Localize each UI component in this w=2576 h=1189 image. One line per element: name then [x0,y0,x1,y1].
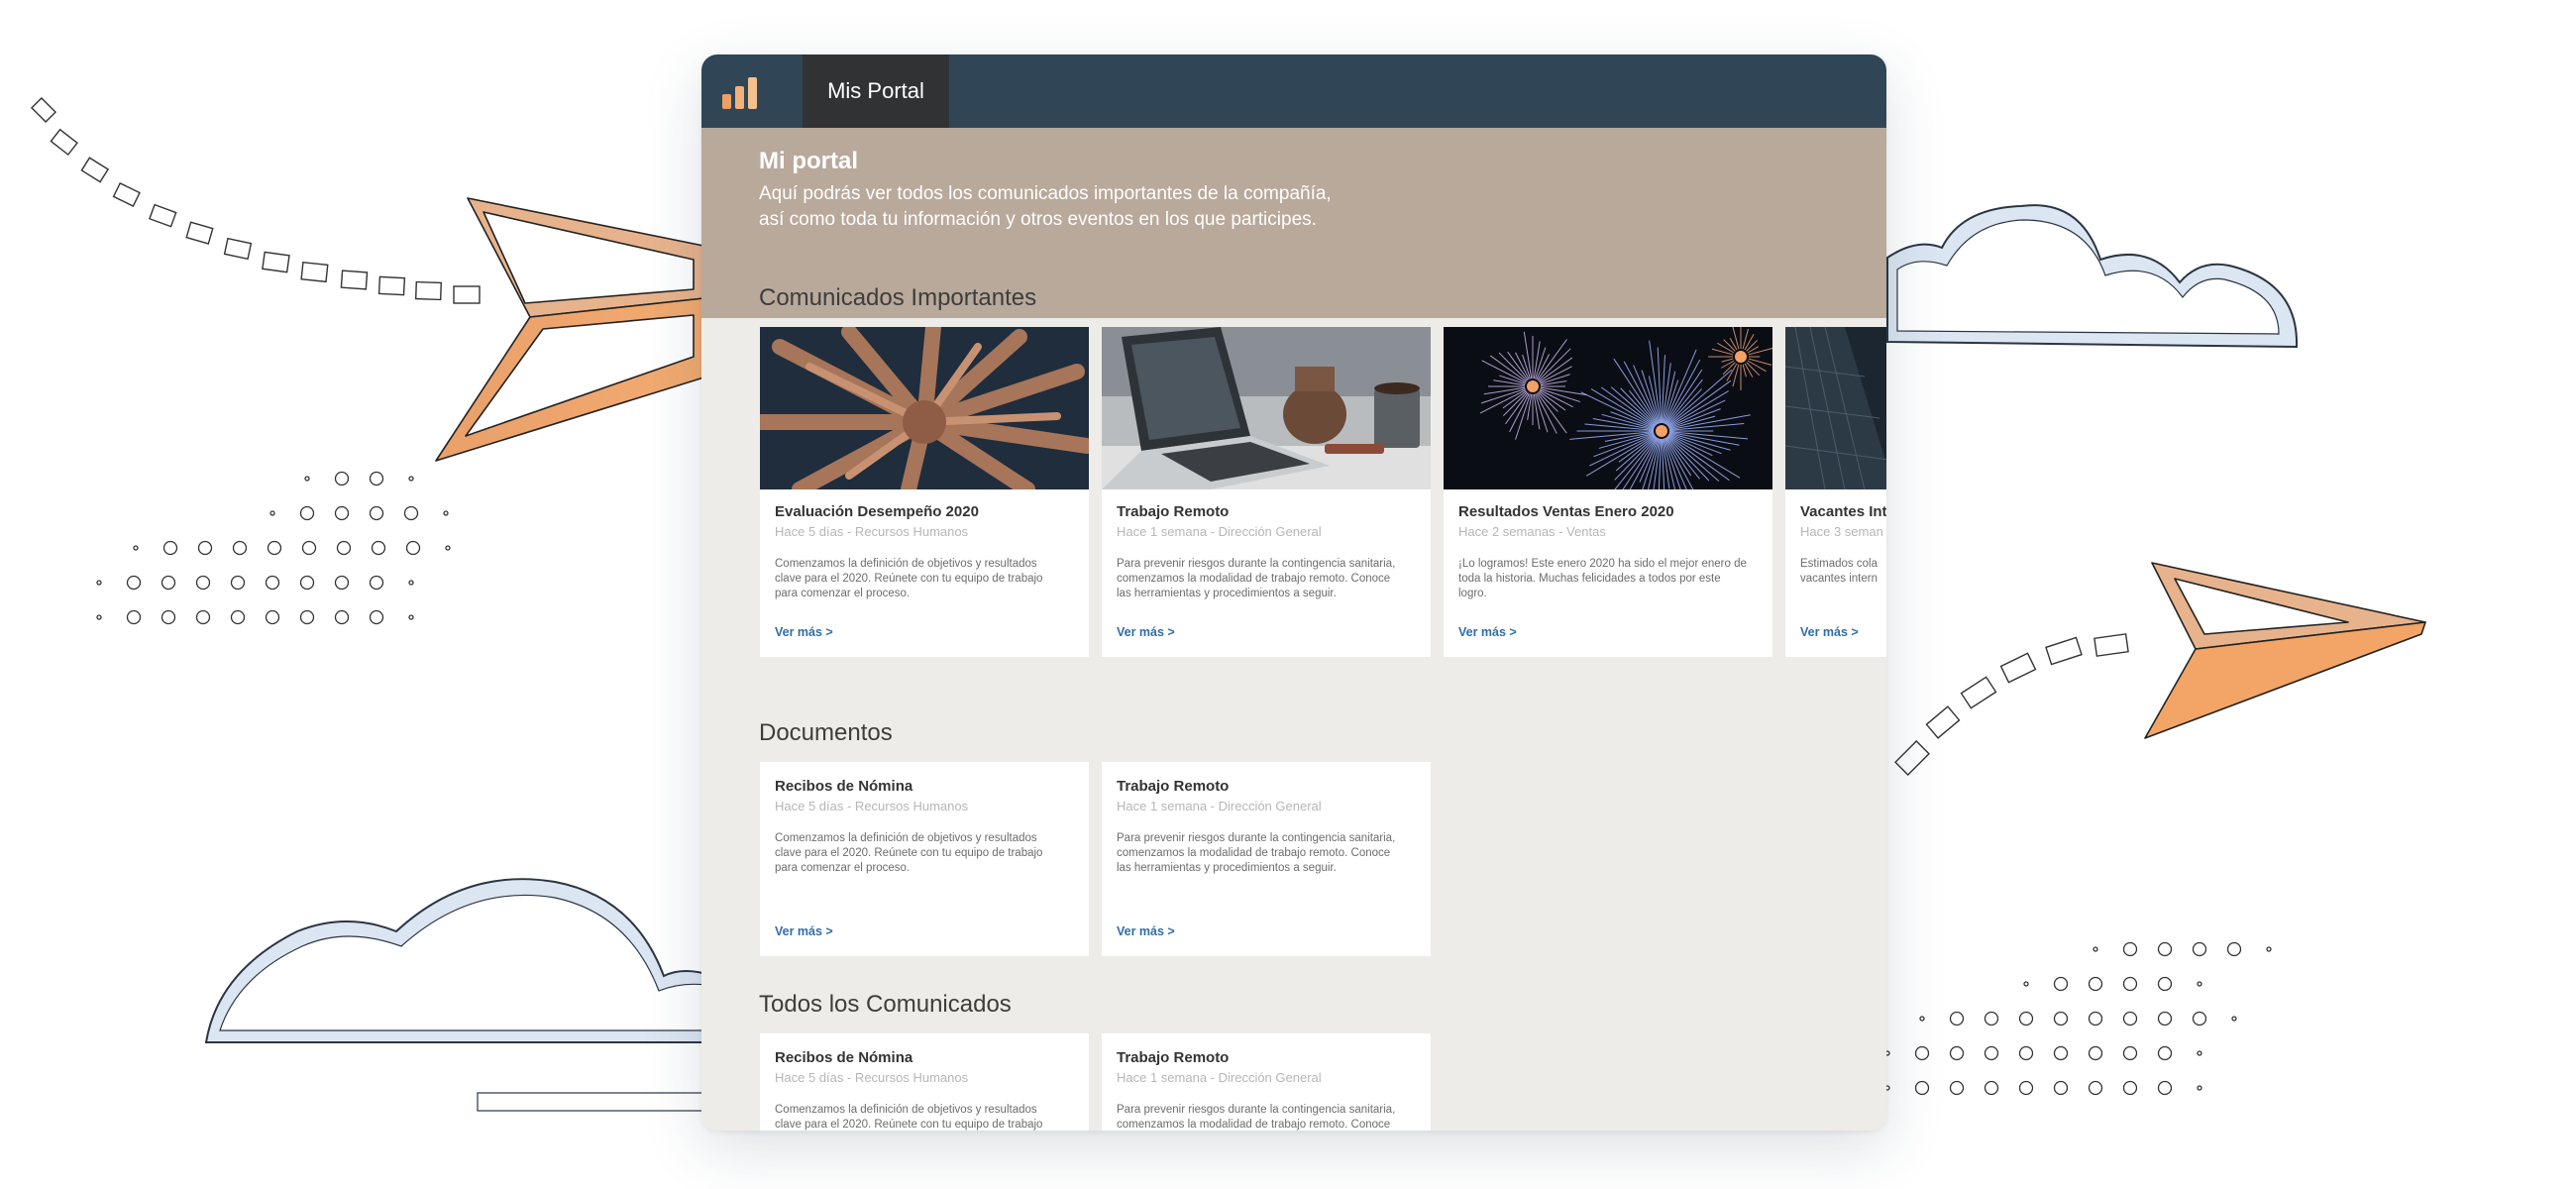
office-building-photo [1785,327,1886,489]
bar-chart-logo-icon[interactable] [721,76,761,110]
card-meta: Hace 3 seman [1800,524,1883,539]
card-description: Para prevenir riesgos durante la conting… [1117,1104,1396,1131]
card-description: ¡Lo logramos! Este enero 2020 ha sido el… [1458,558,1747,599]
document-card[interactable]: Recibos de Nómina Hace 5 días - Recursos… [760,762,1089,956]
news-card[interactable]: Evaluación Desempeño 2020 Hace 5 días - … [760,327,1089,657]
card-description: Comenzamos la definición de objetivos y … [775,1104,1043,1131]
card-meta: Hace 1 semana - Dirección General [1117,1070,1322,1085]
communication-card[interactable]: Recibos de Nómina Hace 5 días - Recursos… [760,1033,1089,1131]
card-title: Recibos de Nómina [775,778,913,795]
card-meta: Hace 5 días - Recursos Humanos [775,1070,969,1085]
section-title-documents: Documentos [759,719,893,746]
card-title: Vacantes Int [1800,503,1886,520]
fireworks-photo [1444,327,1772,489]
dot-pattern-right [1884,941,2272,1096]
card-title: Evaluación Desempeño 2020 [775,503,979,520]
dashed-trail-right [1894,633,2129,776]
section-title-all: Todos los Comunicados [759,991,1012,1018]
laptop-coffee-photo [1102,327,1431,489]
ver-mas-link[interactable]: Ver más > [1117,625,1175,639]
ground-bar-left [477,1092,716,1112]
hero-line-2: así como toda tu información y otros eve… [759,209,1317,230]
ver-mas-link[interactable]: Ver más > [1800,625,1859,639]
communication-card[interactable]: Trabajo Remoto Hace 1 semana - Dirección… [1102,1033,1431,1131]
card-meta: Hace 1 semana - Dirección General [1117,524,1322,539]
paper-plane-right [2144,562,2426,739]
portal-window: Mis Portal Mi portal Aquí podrás ver tod… [701,54,1886,1131]
hero-title: Mi portal [759,148,858,174]
card-title: Trabajo Remoto [1117,503,1230,520]
news-card[interactable]: Resultados Ventas Enero 2020 Hace 2 sema… [1444,327,1772,657]
team-hands-photo [760,327,1089,489]
document-card[interactable]: Trabajo Remoto Hace 1 semana - Dirección… [1102,762,1431,956]
section-title-important: Comunicados Importantes [759,284,1037,311]
top-bar: Mis Portal [701,54,1886,128]
ver-mas-link[interactable]: Ver más > [775,625,833,639]
card-title: Recibos de Nómina [775,1049,913,1066]
card-meta: Hace 1 semana - Dirección General [1117,799,1322,813]
card-meta: Hace 2 semanas - Ventas [1458,524,1606,539]
card-title: Trabajo Remoto [1117,1049,1230,1066]
tab-mis-portal[interactable]: Mis Portal [803,54,949,128]
dot-pattern-left [96,471,451,625]
hero-description: Aquí podrás ver todos los comunicados im… [759,181,1472,233]
card-meta: Hace 5 días - Recursos Humanos [775,524,969,539]
card-description: Comenzamos la definición de objetivos y … [775,558,1043,599]
paper-plane-left [435,197,714,462]
card-title: Trabajo Remoto [1117,778,1230,795]
news-card[interactable]: Vacantes Int Hace 3 seman Estimados cola… [1785,327,1886,657]
card-description: Estimados cola vacantes intern [1800,558,1878,585]
hero-line-1: Aquí podrás ver todos los comunicados im… [759,183,1332,204]
ver-mas-link[interactable]: Ver más > [1458,625,1517,639]
card-meta: Hace 5 días - Recursos Humanos [775,799,969,813]
card-description: Para prevenir riesgos durante la conting… [1117,558,1396,599]
news-card[interactable]: Trabajo Remoto Hace 1 semana - Dirección… [1102,327,1431,657]
dashed-trail-left [30,96,481,304]
card-description: Para prevenir riesgos durante la conting… [1117,832,1396,874]
card-title: Resultados Ventas Enero 2020 [1458,503,1674,520]
ver-mas-link[interactable]: Ver más > [1117,924,1175,938]
ver-mas-link[interactable]: Ver más > [775,924,833,938]
card-description: Comenzamos la definición de objetivos y … [775,832,1043,874]
